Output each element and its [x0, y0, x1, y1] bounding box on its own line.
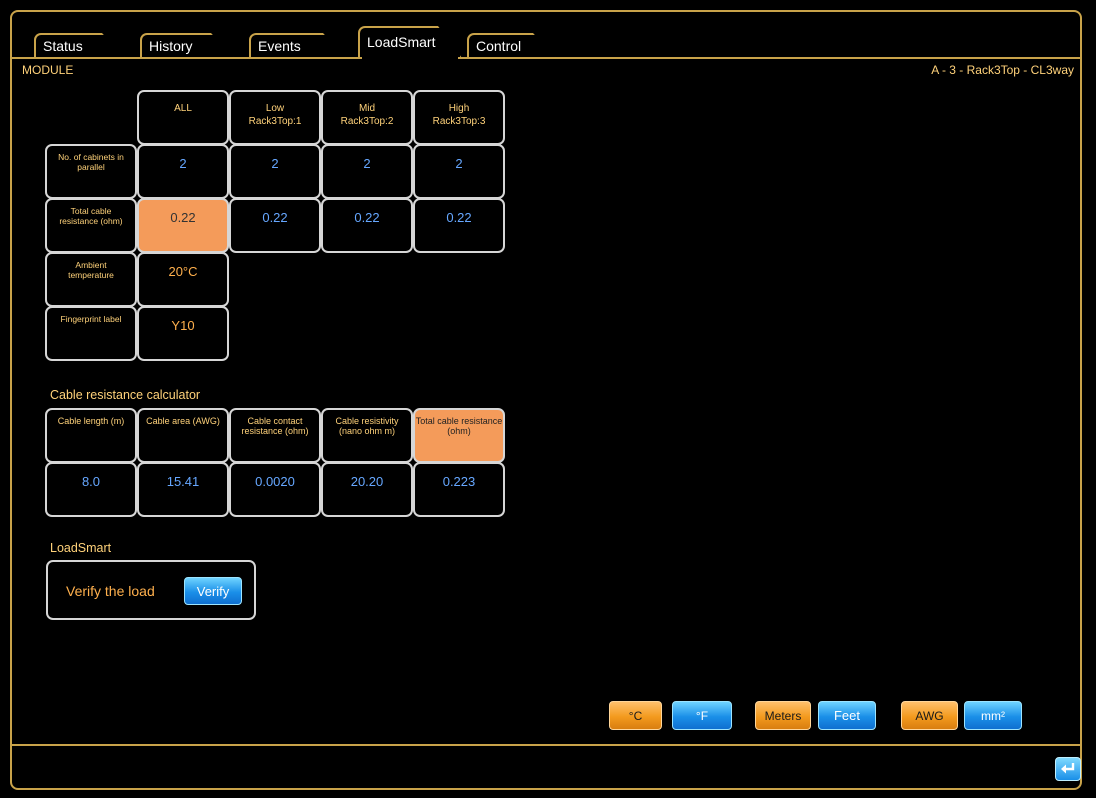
row-header-total-resistance: Total cable resistance (ohm) [45, 198, 137, 253]
calc-length-value[interactable]: 8.0 [45, 462, 137, 517]
device-label: A - 3 - Rack3Top - CL3way [931, 63, 1074, 77]
cabinets-mid[interactable]: 2 [321, 144, 413, 199]
cabinets-all[interactable]: 2 [137, 144, 229, 199]
verify-button[interactable]: Verify [184, 577, 242, 605]
return-button[interactable] [1055, 757, 1081, 781]
row-header-fingerprint: Fingerprint label [45, 306, 137, 361]
verify-load-panel: Verify the load Verify [46, 560, 256, 620]
cabinets-low[interactable]: 2 [229, 144, 321, 199]
calc-resistivity-value[interactable]: 20.20 [321, 462, 413, 517]
bottom-divider [12, 744, 1080, 746]
resistance-all[interactable]: 0.22 [137, 198, 229, 253]
resistance-mid[interactable]: 0.22 [321, 198, 413, 253]
calc-total-value: 0.223 [413, 462, 505, 517]
calc-contact-value[interactable]: 0.0020 [229, 462, 321, 517]
calc-header-total: Total cable resistance (ohm) [413, 408, 505, 463]
tab-baseline [458, 57, 1080, 59]
fahrenheit-button[interactable]: °F [672, 701, 732, 730]
tab-baseline [12, 57, 362, 59]
fingerprint-label-value[interactable]: Y10 [137, 306, 229, 361]
resistance-low[interactable]: 0.22 [229, 198, 321, 253]
col-header-high: High Rack3Top:3 [413, 90, 505, 145]
col-header-mid: Mid Rack3Top:2 [321, 90, 413, 145]
cabinets-high[interactable]: 2 [413, 144, 505, 199]
loadsmart-title: LoadSmart [50, 541, 112, 555]
celsius-button[interactable]: °C [609, 701, 662, 730]
resistance-high[interactable]: 0.22 [413, 198, 505, 253]
meters-button[interactable]: Meters [755, 701, 811, 730]
return-icon [1061, 763, 1075, 774]
calculator-title: Cable resistance calculator [50, 388, 201, 402]
awg-button[interactable]: AWG [901, 701, 958, 730]
calc-header-area: Cable area (AWG) [137, 408, 229, 463]
module-label: MODULE [22, 63, 74, 77]
verify-load-text: Verify the load [66, 583, 155, 599]
row-header-ambient: Ambient temperature [45, 252, 137, 307]
col-header-low: Low Rack3Top:1 [229, 90, 321, 145]
calc-header-length: Cable length (m) [45, 408, 137, 463]
row-header-cabinets: No. of cabinets in parallel [45, 144, 137, 199]
calc-header-resistivity: Cable resistivity (nano ohm m) [321, 408, 413, 463]
feet-button[interactable]: Feet [818, 701, 876, 730]
calc-area-value[interactable]: 15.41 [137, 462, 229, 517]
ambient-temperature-value[interactable]: 20°C [137, 252, 229, 307]
calc-header-contact: Cable contact resistance (ohm) [229, 408, 321, 463]
mm2-button[interactable]: mm² [964, 701, 1022, 730]
col-header-all: ALL [137, 90, 229, 145]
